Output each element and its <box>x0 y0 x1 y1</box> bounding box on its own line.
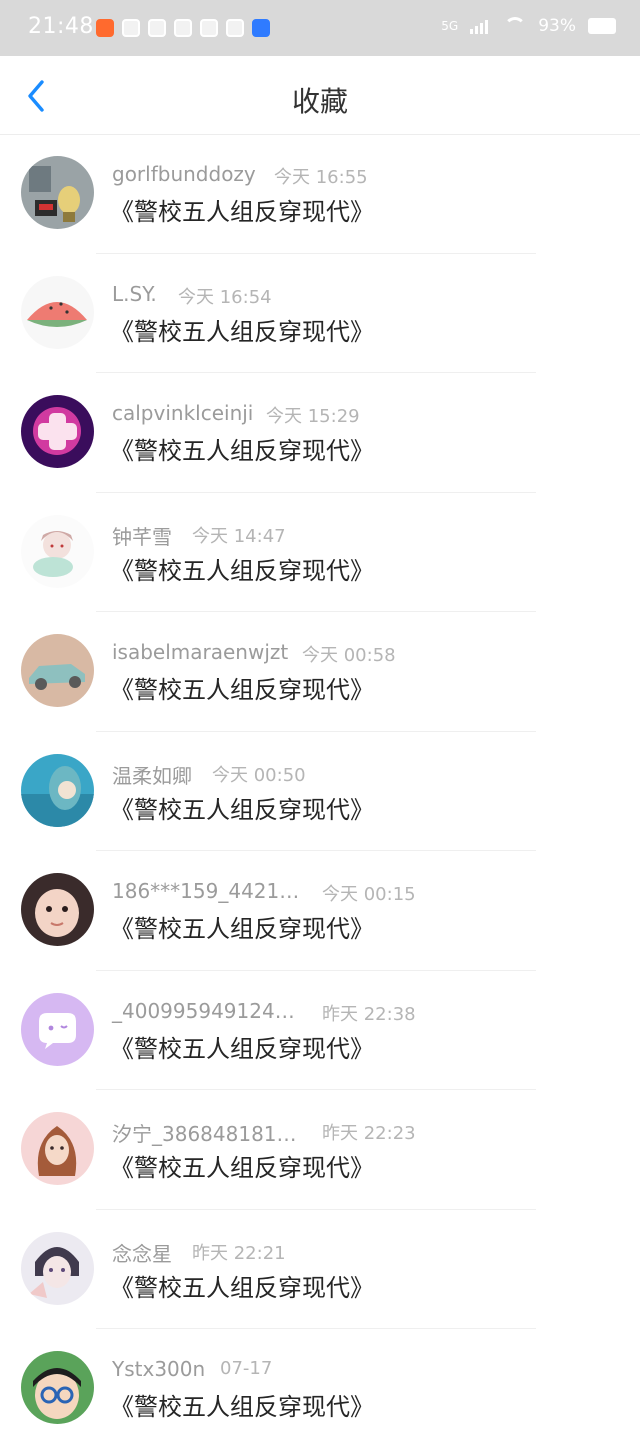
avatar[interactable] <box>21 1231 94 1305</box>
timestamp: 今天 00:58 <box>302 645 396 666</box>
book-title: 《警校五人组反穿现代》 <box>110 915 374 943</box>
timestamp: 今天 00:50 <box>212 764 306 786</box>
timestamp: 今天 00:15 <box>322 884 416 905</box>
compass-icon <box>226 19 244 37</box>
username: calpvinklceinji <box>112 401 254 425</box>
list-item[interactable]: gorlfbunddozy 今天 16:55 《警校五人组反穿现代》 <box>0 134 640 254</box>
list-item[interactable]: 念念星 昨天 22:21 《警校五人组反穿现代》 <box>0 1210 640 1329</box>
avatar[interactable] <box>21 514 94 588</box>
username: 汐宁_386848181… <box>112 1122 297 1146</box>
book-title: 《警校五人组反穿现代》 <box>110 795 374 824</box>
username: L.SY. <box>112 281 157 306</box>
username: 钟芊雪 <box>112 524 172 549</box>
avatar[interactable] <box>21 634 94 707</box>
username: 温柔如卿 <box>112 763 192 788</box>
avatar-image <box>21 395 94 468</box>
list-item[interactable]: L.SY. 今天 16:54 《警校五人组反穿现代》 <box>0 254 640 373</box>
timestamp: 今天 15:29 <box>266 406 360 427</box>
username: 186***159_4421… <box>112 879 300 903</box>
avatar[interactable] <box>21 395 94 468</box>
app-notification-icon <box>96 19 114 37</box>
avatar[interactable] <box>21 873 94 946</box>
avatar-image <box>21 634 94 707</box>
timestamp: 昨天 22:23 <box>322 1123 416 1144</box>
book-title: 《警校五人组反穿现代》 <box>110 1393 374 1421</box>
avatar-image <box>21 275 94 349</box>
avatar-image <box>21 1112 94 1185</box>
timestamp: 昨天 22:21 <box>192 1242 286 1264</box>
username: _400995949124… <box>112 998 295 1023</box>
status-bar: 21:48 5G 93% <box>0 0 640 56</box>
message-icon <box>122 19 140 37</box>
book-title: 《警校五人组反穿现代》 <box>110 556 374 585</box>
timestamp: 昨天 22:38 <box>322 1003 416 1025</box>
battery-icon <box>588 18 616 34</box>
list-item[interactable]: _400995949124… 昨天 22:38 《警校五人组反穿现代》 <box>0 971 640 1090</box>
list-item[interactable]: 186***159_4421… 今天 00:15 《警校五人组反穿现代》 <box>0 851 640 971</box>
system-icons: 5G 93% <box>441 16 616 36</box>
avatar[interactable] <box>21 275 94 349</box>
avatar-image <box>21 753 94 827</box>
timestamp: 07-17 <box>220 1358 273 1379</box>
username: Ystx300n <box>112 1357 206 1381</box>
list-item[interactable]: calpvinklceinji 今天 15:29 《警校五人组反穿现代》 <box>0 373 640 493</box>
timestamp: 今天 16:55 <box>274 167 368 188</box>
list-item[interactable]: isabelmaraenwjzt 今天 00:58 《警校五人组反穿现代》 <box>0 612 640 732</box>
list-item[interactable]: 温柔如卿 今天 00:50 《警校五人组反穿现代》 <box>0 732 640 851</box>
signal-icon <box>470 18 492 34</box>
avatar[interactable] <box>21 992 94 1066</box>
book-title: 《警校五人组反穿现代》 <box>110 1273 374 1302</box>
avatar[interactable] <box>21 1112 94 1185</box>
book-title: 《警校五人组反穿现代》 <box>110 198 374 226</box>
battery-percent: 93% <box>538 16 576 36</box>
header: 收藏 <box>0 56 640 135</box>
wechat-icon <box>148 19 166 37</box>
avatar[interactable] <box>21 156 94 229</box>
book-title: 《警校五人组反穿现代》 <box>110 317 374 346</box>
reader-icon <box>200 19 218 37</box>
avatar[interactable] <box>21 753 94 827</box>
book-title: 《警校五人组反穿现代》 <box>110 437 374 465</box>
avatar-image <box>21 1351 94 1424</box>
network-type: 5G <box>441 19 459 33</box>
list-item[interactable]: 钟芊雪 今天 14:47 《警校五人组反穿现代》 <box>0 493 640 612</box>
app-icon <box>174 19 192 37</box>
book-title: 《警校五人组反穿现代》 <box>110 1154 374 1182</box>
username: isabelmaraenwjzt <box>112 640 289 664</box>
username: gorlfbunddozy <box>112 162 256 186</box>
username: 念念星 <box>112 1241 172 1266</box>
browser-icon <box>252 19 270 37</box>
avatar[interactable] <box>21 1351 94 1424</box>
timestamp: 今天 14:47 <box>192 525 286 547</box>
book-title: 《警校五人组反穿现代》 <box>110 676 374 704</box>
timestamp: 今天 16:54 <box>178 286 272 308</box>
avatar-image <box>21 992 94 1066</box>
favorites-list: gorlfbunddozy 今天 16:55 《警校五人组反穿现代》 L.SY.… <box>0 134 640 1449</box>
status-time: 21:48 <box>28 14 94 39</box>
avatar-image <box>21 873 94 946</box>
list-item[interactable]: Ystx300n 07-17 《警校五人组反穿现代》 <box>0 1329 640 1449</box>
page-title: 收藏 <box>291 85 348 118</box>
wifi-icon <box>504 17 527 35</box>
book-title: 《警校五人组反穿现代》 <box>110 1034 374 1063</box>
avatar-image <box>21 156 94 229</box>
avatar-image <box>21 1231 94 1305</box>
list-item[interactable]: 汐宁_386848181… 昨天 22:23 《警校五人组反穿现代》 <box>0 1090 640 1210</box>
notification-icons <box>96 19 270 37</box>
avatar-image <box>21 514 94 588</box>
